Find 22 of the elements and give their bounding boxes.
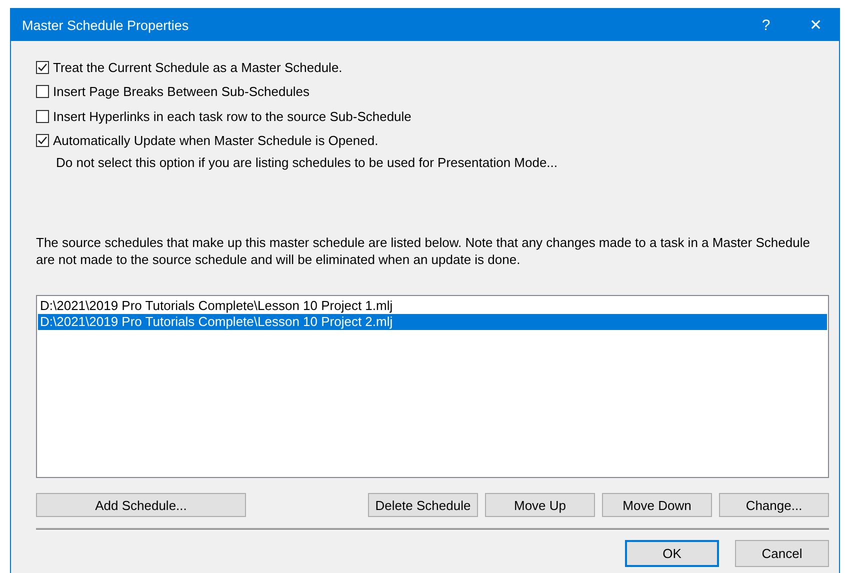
checkbox[interactable] [36,85,49,98]
checkbox[interactable] [36,60,49,74]
option-label: Treat the Current Schedule as a Master Schedule. [53,60,342,75]
help-button[interactable]: ? [743,9,789,41]
option-note: Do not select this option if you are listing schedules to be used for Presentation Mode... [56,155,559,170]
description-text: The source schedules that make up this master schedule are listed below. Note that any changes made to a task in a Master Schedule are not made to the source schedule and will be eliminated when an update is done. [36,234,811,268]
action-button[interactable]: Move Down [602,493,712,517]
close-button[interactable]: ✕ [793,9,839,41]
action-button[interactable]: Add Schedule... [36,493,246,517]
dialog-button[interactable]: OK [625,540,719,567]
checkbox[interactable] [36,134,49,148]
action-button[interactable]: Change... [719,493,829,517]
action-button[interactable]: Delete Schedule [368,493,478,517]
checkbox[interactable] [36,110,49,123]
option-label: Automatically Update when Master Schedule is Opened. [53,133,378,148]
schedule-item[interactable]: D:\2021\2019 Pro Tutorials Complete\Lesson 10 Project 1.mlj [38,298,827,314]
option-label: Insert Hyperlinks in each task row to the source Sub-Schedule [53,108,412,124]
action-button[interactable]: Move Up [485,493,595,517]
option-label: Insert Page Breaks Between Sub-Schedules [53,84,310,100]
window-title: Master Schedule Properties [22,18,190,32]
schedule-item[interactable]: D:\2021\2019 Pro Tutorials Complete\Lesson 10 Project 2.mlj [38,314,827,330]
dialog-button[interactable]: Cancel [735,540,829,567]
